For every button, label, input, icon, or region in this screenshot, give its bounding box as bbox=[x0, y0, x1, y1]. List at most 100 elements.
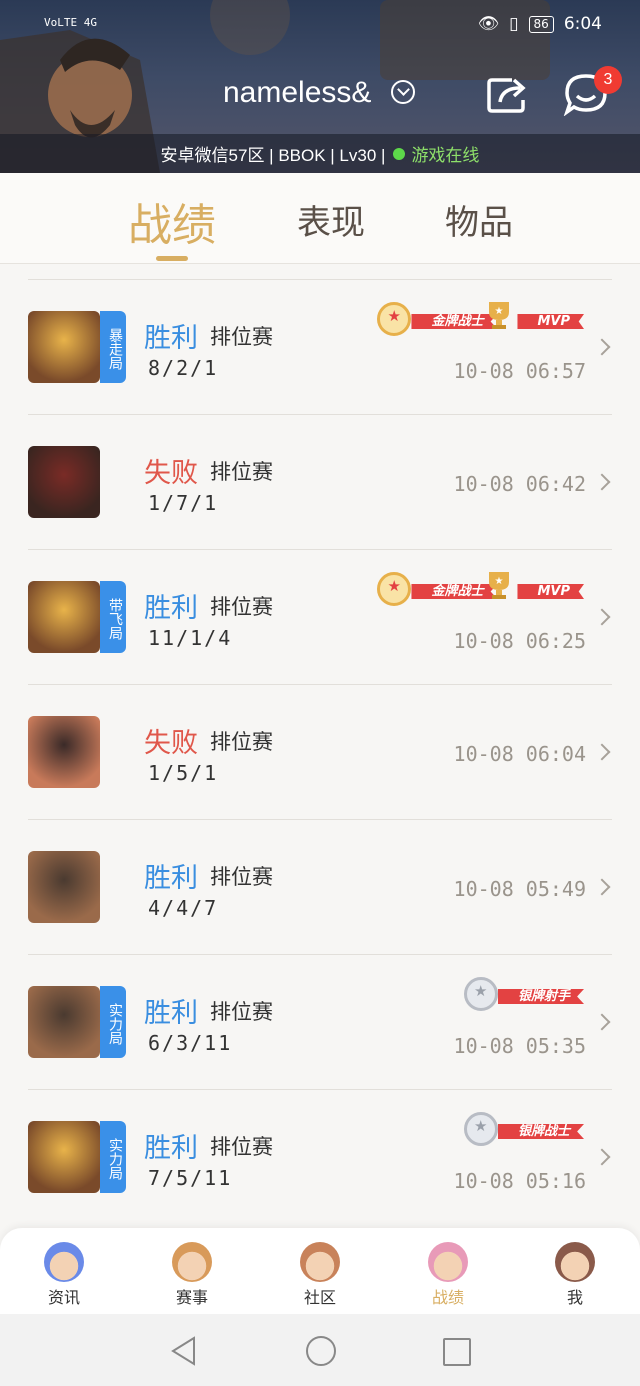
match-badges: 银牌射手 bbox=[463, 977, 584, 1011]
hero-avatar bbox=[28, 986, 100, 1058]
match-row[interactable]: 暴走局胜利排位赛 8/2/1 金牌战士★ MVP 10-08 06:57 bbox=[28, 279, 612, 414]
online-status-text: 游戏在线 bbox=[411, 146, 480, 165]
match-kda: 6/3/11 bbox=[148, 1031, 233, 1055]
eye-comfort-icon: 👁 bbox=[477, 14, 500, 34]
chevron-right-icon bbox=[593, 608, 611, 626]
tab-bar: 战绩 表现 物品 bbox=[0, 173, 640, 264]
match-mode: 排位赛 bbox=[210, 1000, 273, 1024]
bottom-navigation: 资讯 赛事 社区 战绩 我 bbox=[0, 1228, 640, 1314]
match-badges: 金牌战士★ MVP bbox=[377, 302, 584, 336]
badge-label: 银牌射手 bbox=[497, 989, 584, 1004]
match-result: 胜利 bbox=[144, 998, 198, 1029]
match-mode: 排位赛 bbox=[210, 460, 273, 484]
match-time: 10-08 05:49 bbox=[453, 877, 586, 901]
back-icon[interactable] bbox=[170, 1336, 196, 1366]
match-kda: 11/1/4 bbox=[148, 626, 233, 650]
hero-avatar bbox=[28, 716, 100, 788]
nav-item-0[interactable]: 资讯 bbox=[24, 1242, 104, 1308]
match-tag: 暴走局 bbox=[100, 311, 126, 383]
match-row[interactable]: 失败 排位赛 1/7/1 10-08 06:42 bbox=[28, 414, 612, 549]
match-row[interactable]: 实力局胜利排位赛 6/3/11 银牌射手 10-08 05:35 bbox=[28, 954, 612, 1089]
signal-indicator: VoLTE 4G bbox=[44, 16, 97, 29]
badge-label: MVP bbox=[517, 584, 584, 599]
match-history-list: 暴走局胜利排位赛8/2/1金牌战士★MVP10-08 06:57失败排位赛1/7… bbox=[28, 279, 612, 1224]
trophy-icon: ★ bbox=[489, 302, 510, 329]
match-result: 胜利 bbox=[144, 863, 198, 894]
chevron-right-icon bbox=[593, 878, 611, 896]
vibrate-icon: ▯ bbox=[509, 14, 519, 34]
news-avatar-icon bbox=[44, 1242, 84, 1282]
tab-performance[interactable]: 表现 bbox=[297, 195, 365, 244]
medal-icon bbox=[377, 302, 412, 336]
mvp-badge: ★ MVP bbox=[489, 572, 584, 603]
recent-apps-icon[interactable] bbox=[443, 1338, 471, 1366]
match-mode: 排位赛 bbox=[210, 865, 273, 889]
medal-icon bbox=[463, 1112, 498, 1146]
match-mode: 排位赛 bbox=[210, 730, 273, 754]
chevron-right-icon bbox=[593, 338, 611, 356]
match-time: 10-08 05:35 bbox=[453, 1034, 586, 1058]
match-row[interactable]: 胜利 排位赛 4/4/7 10-08 05:49 bbox=[28, 819, 612, 954]
match-tag: 实力局 bbox=[100, 1121, 126, 1193]
nav-item-1[interactable]: 赛事 bbox=[152, 1242, 232, 1308]
badge-label: MVP bbox=[517, 314, 584, 329]
match-result: 胜利 bbox=[144, 323, 198, 354]
match-row[interactable]: 带飞局胜利排位赛 11/1/4 金牌战士★ MVP 10-08 06:25 bbox=[28, 549, 612, 684]
nav-item-2[interactable]: 社区 bbox=[280, 1242, 360, 1308]
match-result: 胜利 bbox=[144, 1133, 198, 1164]
medal-badge: 银牌战士 bbox=[463, 1112, 584, 1146]
match-tag: 带飞局 bbox=[100, 581, 126, 653]
nav-label: 社区 bbox=[303, 1288, 336, 1307]
profile-title-row: nameless& bbox=[0, 72, 640, 118]
chevron-right-icon bbox=[593, 1013, 611, 1031]
svg-text:★: ★ bbox=[495, 576, 504, 587]
hero-avatar bbox=[28, 1121, 100, 1193]
account-switch-chevron-icon[interactable] bbox=[391, 80, 415, 104]
match-row[interactable]: 实力局胜利排位赛 7/5/11 银牌战士 10-08 05:16 bbox=[28, 1089, 612, 1224]
nav-item-3[interactable]: 战绩 bbox=[408, 1242, 488, 1308]
home-icon[interactable] bbox=[306, 1336, 336, 1366]
match-result: 失败 bbox=[144, 458, 198, 489]
match-time: 10-08 06:42 bbox=[453, 472, 586, 496]
record-avatar-icon bbox=[428, 1242, 468, 1282]
match-kda: 1/5/1 bbox=[148, 761, 219, 785]
match-kda: 7/5/11 bbox=[148, 1166, 233, 1190]
system-navigation-bar bbox=[0, 1314, 640, 1386]
chevron-right-icon bbox=[593, 473, 611, 491]
match-row[interactable]: 失败 排位赛 1/5/1 10-08 06:04 bbox=[28, 684, 612, 819]
trophy-icon: ★ bbox=[489, 572, 510, 599]
match-badges: 金牌战士★ MVP bbox=[377, 572, 584, 606]
badge-label: 银牌战士 bbox=[497, 1124, 584, 1139]
match-kda: 4/4/7 bbox=[148, 896, 219, 920]
match-result: 胜利 bbox=[144, 593, 198, 624]
nav-label: 资讯 bbox=[47, 1288, 80, 1307]
events-avatar-icon bbox=[172, 1242, 212, 1282]
tab-items[interactable]: 物品 bbox=[445, 195, 513, 244]
username[interactable]: nameless& bbox=[223, 76, 371, 110]
nav-label: 赛事 bbox=[175, 1288, 208, 1307]
community-avatar-icon bbox=[300, 1242, 340, 1282]
match-mode: 排位赛 bbox=[210, 325, 273, 349]
match-mode: 排位赛 bbox=[210, 1135, 273, 1159]
medal-icon bbox=[463, 977, 498, 1011]
clock: 6:04 bbox=[563, 14, 602, 34]
medal-badge: 金牌战士 bbox=[377, 572, 498, 606]
match-tag: 实力局 bbox=[100, 986, 126, 1058]
battery-indicator: 86 bbox=[528, 15, 554, 33]
tab-record[interactable]: 战绩 bbox=[128, 189, 216, 253]
nav-item-4[interactable]: 我 bbox=[535, 1242, 615, 1308]
match-time: 10-08 06:04 bbox=[453, 742, 586, 766]
player-info-bar: 安卓微信57区 | BBOK | Lv30 | 游戏在线 bbox=[0, 134, 640, 173]
match-result: 失败 bbox=[144, 728, 198, 759]
medal-icon bbox=[377, 572, 412, 606]
online-status-dot bbox=[393, 147, 406, 160]
match-kda: 1/7/1 bbox=[148, 491, 219, 515]
hero-avatar bbox=[28, 851, 100, 923]
chevron-right-icon bbox=[593, 743, 611, 761]
active-tab-indicator bbox=[156, 256, 188, 261]
share-icon[interactable] bbox=[486, 74, 530, 114]
match-badges: 银牌战士 bbox=[463, 1112, 584, 1146]
nav-label: 战绩 bbox=[431, 1288, 464, 1307]
match-time: 10-08 06:25 bbox=[453, 629, 586, 653]
nav-label: 我 bbox=[566, 1288, 583, 1307]
